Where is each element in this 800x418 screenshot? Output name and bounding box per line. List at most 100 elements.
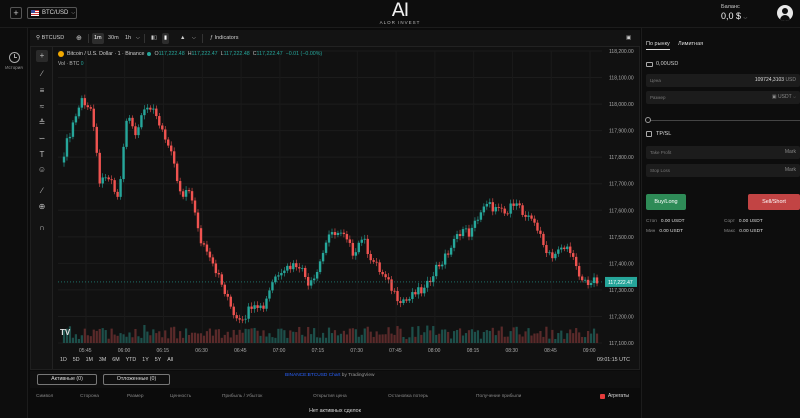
- candle-body: [253, 305, 256, 309]
- tab-pending-orders[interactable]: Отложенные (0): [103, 374, 170, 385]
- y-tick-label: 118,100.00: [609, 76, 634, 82]
- tab-limit[interactable]: Лимитная: [678, 41, 703, 47]
- tab-active-positions[interactable]: Активные (0): [37, 374, 97, 385]
- candle-body: [190, 191, 194, 201]
- volume-bar: [205, 331, 209, 343]
- size-slider-track[interactable]: [650, 120, 800, 121]
- pair-selector[interactable]: BTC/USD ⌵: [27, 7, 77, 19]
- indicators-button[interactable]: ƒ Indicators: [208, 33, 240, 44]
- tpsl-checkbox[interactable]: [646, 131, 652, 137]
- text-tool-icon[interactable]: T: [36, 149, 48, 161]
- symbol-search[interactable]: ⚲ BTCUSD: [34, 33, 66, 44]
- candle-body: [74, 116, 78, 123]
- compare-icon[interactable]: ⊕: [74, 33, 84, 44]
- tradingview-credit[interactable]: BINANCE:BTCUSD Chart by TradingView: [285, 373, 375, 378]
- volume-bar: [345, 334, 348, 343]
- ruler-icon[interactable]: ∕: [36, 185, 48, 197]
- volume-bar: [170, 327, 173, 343]
- trend-line-icon[interactable]: ∕: [36, 68, 48, 80]
- aggregate-toggle[interactable]: Агрегаты: [600, 393, 629, 399]
- emoji-icon[interactable]: ☺: [36, 164, 48, 176]
- camera-icon[interactable]: ▣: [624, 33, 633, 44]
- y-tick-label: 117,700.00: [609, 182, 634, 188]
- volume-bar: [521, 336, 524, 343]
- zoom-icon[interactable]: ⊕: [36, 201, 48, 213]
- volume-bar: [464, 333, 468, 343]
- col-value: Ценность: [170, 394, 192, 399]
- pitchfork-icon[interactable]: ≈: [36, 101, 48, 113]
- range-5d[interactable]: 5D: [73, 357, 80, 363]
- volume-bar: [304, 336, 307, 343]
- candle-body: [247, 306, 250, 319]
- size-field[interactable]: Размер ▣ USDT ⌵: [646, 91, 800, 104]
- price-field[interactable]: Цена 109724,3103 USD: [646, 74, 800, 87]
- volume-legend: Vol · BTC 0: [58, 61, 84, 67]
- take-profit-field[interactable]: Take Profit Mark: [646, 146, 800, 159]
- x-tick-label: 06:30: [195, 348, 208, 354]
- range-1m[interactable]: 1M: [86, 357, 93, 363]
- avatar[interactable]: [777, 5, 793, 21]
- area-chart-icon[interactable]: ▲: [178, 33, 187, 44]
- candle-body: [569, 246, 572, 254]
- chevron-down-icon[interactable]: ⌵: [134, 33, 142, 44]
- range-5y[interactable]: 5Y: [155, 357, 161, 363]
- candle-body: [348, 239, 352, 243]
- candle-body: [476, 219, 480, 221]
- volume-bar: [125, 336, 128, 343]
- brush-icon[interactable]: ∽: [36, 133, 48, 145]
- chevron-down-icon: ⌵: [743, 15, 748, 21]
- volume-bar: [470, 329, 474, 343]
- crosshair-icon[interactable]: +: [36, 50, 48, 62]
- candle-body: [390, 279, 393, 291]
- magnet-icon[interactable]: ∩: [36, 222, 48, 234]
- stop-loss-field[interactable]: Stop Loss Mark: [646, 164, 800, 177]
- positions-table-header: Символ Сторона Размер Ценность Прибыль /…: [30, 392, 640, 402]
- size-slider-knob[interactable]: [645, 117, 651, 123]
- chart-area[interactable]: 118,200.00 118,100.00 118,000.00 117,900.00…: [54, 47, 639, 369]
- candle-body: [566, 246, 569, 250]
- tab-market[interactable]: По рынку: [646, 41, 670, 50]
- interval-1m[interactable]: 1m: [92, 33, 104, 44]
- tradingview-logo-icon: TV: [60, 328, 71, 337]
- volume-bar: [74, 334, 78, 343]
- fib-icon[interactable]: ≙: [36, 117, 48, 129]
- volume-bar: [372, 336, 375, 343]
- candle-body: [503, 208, 506, 214]
- volume-bar: [503, 336, 506, 343]
- history-icon[interactable]: [9, 52, 20, 63]
- volume-bar: [551, 329, 554, 343]
- candle-body: [408, 298, 411, 301]
- chart-toolbar: ⚲ BTCUSD ⊕ 1m 30m 1h ⌵ ▮▯ ▮ ▲ ⌵ ƒ Indica…: [30, 30, 640, 47]
- buy-long-button[interactable]: Buy/Long: [646, 194, 686, 210]
- sell-short-button[interactable]: Sell/Short: [748, 194, 800, 210]
- y-tick-label: 117,300.00: [609, 288, 634, 294]
- chevron-down-icon[interactable]: ⌵: [190, 33, 198, 44]
- balance-block[interactable]: Баланс 0,0 $ ⌵: [721, 4, 747, 21]
- range-all[interactable]: All: [167, 357, 173, 363]
- volume-bar: [569, 329, 572, 343]
- candle-style-icon[interactable]: ▮: [162, 33, 170, 44]
- bar-style-icon[interactable]: ▮▯: [149, 33, 159, 44]
- candle-body: [470, 227, 474, 237]
- volume-bar: [575, 328, 578, 343]
- candle-body: [512, 203, 515, 206]
- interval-30m[interactable]: 30m: [106, 33, 121, 44]
- candle-body: [381, 272, 384, 275]
- indicators-label: Indicators: [214, 35, 239, 41]
- candle-body: [62, 156, 66, 163]
- x-tick-label: 08:00: [428, 348, 441, 354]
- range-1d[interactable]: 1D: [60, 357, 67, 363]
- range-1y[interactable]: 1Y: [142, 357, 148, 363]
- volume-bar: [298, 326, 301, 343]
- interval-1h[interactable]: 1h: [123, 33, 133, 44]
- horizontal-line-icon[interactable]: ≡: [36, 85, 48, 97]
- col-open-price: Открытия цена: [313, 394, 347, 399]
- volume-bar: [479, 338, 482, 343]
- range-3m[interactable]: 3M: [99, 357, 106, 363]
- add-button[interactable]: +: [10, 7, 22, 19]
- range-6m[interactable]: 6M: [112, 357, 119, 363]
- volume-bar: [545, 326, 548, 343]
- candle-body: [101, 177, 104, 184]
- range-ytd[interactable]: YTD: [126, 357, 137, 363]
- volume-bar: [485, 330, 488, 343]
